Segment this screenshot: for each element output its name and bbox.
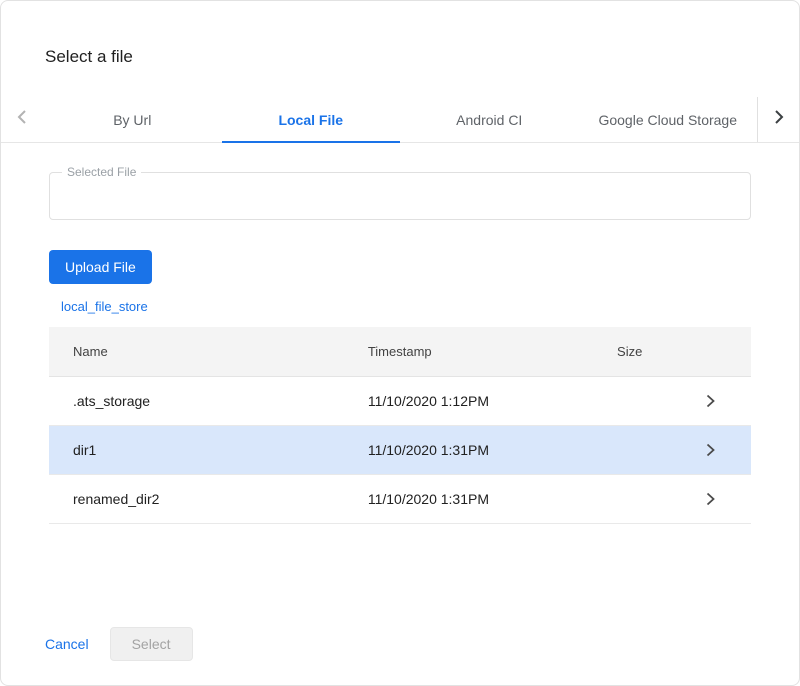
header-name: Name bbox=[49, 344, 344, 359]
chevron-right-icon[interactable] bbox=[706, 493, 715, 506]
cancel-button[interactable]: Cancel bbox=[45, 630, 89, 658]
tab-scroll-right-button[interactable] bbox=[757, 97, 799, 142]
chevron-left-icon bbox=[17, 110, 27, 129]
selected-file-field: Selected File bbox=[49, 172, 751, 220]
table-row[interactable]: dir1 11/10/2020 1:31PM bbox=[49, 426, 751, 475]
cell-timestamp: 11/10/2020 1:12PM bbox=[344, 393, 593, 409]
dialog-footer: Cancel Select bbox=[1, 627, 799, 685]
selected-file-label: Selected File bbox=[62, 165, 141, 179]
tab-local-file[interactable]: Local File bbox=[222, 97, 401, 142]
tab-android-ci[interactable]: Android CI bbox=[400, 97, 579, 142]
file-table: Name Timestamp Size .ats_storage 11/10/2… bbox=[49, 327, 751, 524]
tab-google-cloud-storage[interactable]: Google Cloud Storage bbox=[579, 97, 758, 142]
select-button[interactable]: Select bbox=[110, 627, 193, 661]
tab-label: By Url bbox=[113, 112, 151, 128]
select-file-dialog: Select a file By Url Local File Android … bbox=[0, 0, 800, 686]
tab-label: Google Cloud Storage bbox=[598, 112, 737, 128]
table-row[interactable]: renamed_dir2 11/10/2020 1:31PM bbox=[49, 475, 751, 524]
chevron-right-icon[interactable] bbox=[706, 444, 715, 457]
tab-label: Local File bbox=[278, 112, 343, 128]
chevron-right-icon[interactable] bbox=[706, 395, 715, 408]
selected-file-input[interactable] bbox=[50, 173, 750, 219]
tab-bar: By Url Local File Android CI Google Clou… bbox=[1, 97, 799, 143]
cell-timestamp: 11/10/2020 1:31PM bbox=[344, 442, 593, 458]
dialog-title: Select a file bbox=[45, 47, 799, 67]
cell-name: dir1 bbox=[49, 442, 344, 458]
cell-name: .ats_storage bbox=[49, 393, 344, 409]
cell-name: renamed_dir2 bbox=[49, 491, 344, 507]
tab-by-url[interactable]: By Url bbox=[43, 97, 222, 142]
header-timestamp: Timestamp bbox=[344, 344, 593, 359]
upload-file-button[interactable]: Upload File bbox=[49, 250, 152, 284]
tab-scroll-left-button[interactable] bbox=[1, 97, 43, 142]
store-breadcrumb-link[interactable]: local_file_store bbox=[61, 299, 148, 314]
chevron-right-icon bbox=[774, 110, 784, 129]
table-row[interactable]: .ats_storage 11/10/2020 1:12PM bbox=[49, 377, 751, 426]
file-table-header: Name Timestamp Size bbox=[49, 327, 751, 377]
tab-strip: By Url Local File Android CI Google Clou… bbox=[43, 97, 757, 142]
cell-timestamp: 11/10/2020 1:31PM bbox=[344, 491, 593, 507]
tab-label: Android CI bbox=[456, 112, 522, 128]
header-size: Size bbox=[593, 344, 751, 359]
